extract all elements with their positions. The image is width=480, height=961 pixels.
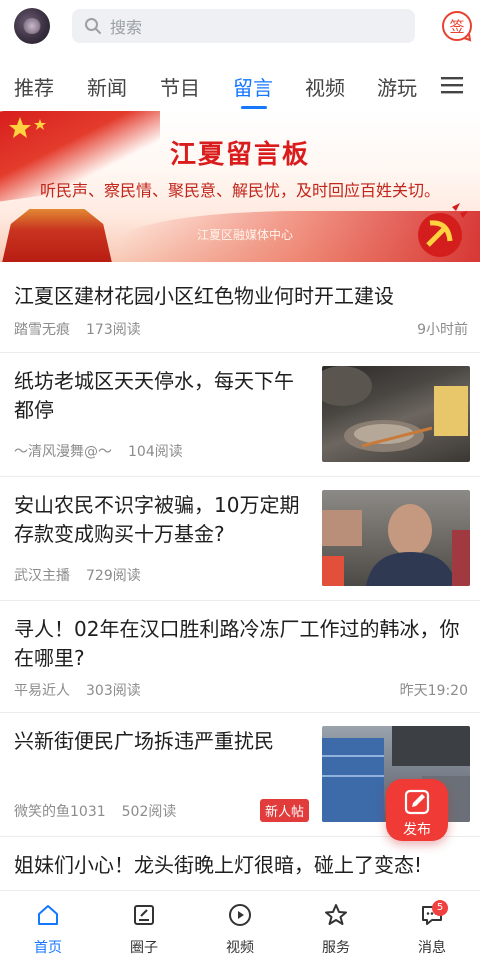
search-bar[interactable]: 搜索 [72, 9, 415, 43]
item-author: ～清风漫舞@～ [14, 444, 112, 460]
nav-service[interactable]: 服务 [288, 891, 384, 961]
publish-button[interactable]: 发布 [386, 779, 448, 841]
message-count-badge: 5 [432, 900, 448, 916]
man-photo-icon [322, 504, 470, 586]
item-title: 安山农民不识字被骗，10万定期存款变成购买十万基金? [14, 493, 300, 546]
item-title: 寻人！02年在汉口胜利路冷冻厂工作过的韩冰，你在哪里? [14, 617, 460, 670]
pot-photo-icon [322, 366, 468, 452]
top-bar: 搜索 签 [0, 0, 480, 52]
item-author: 踏雪无痕 [14, 322, 70, 338]
menu-icon[interactable] [441, 76, 463, 94]
feed-item[interactable]: 寻人！02年在汉口胜利路冷冻厂工作过的韩冰，你在哪里? 平易近人 303阅读 昨天… [0, 601, 480, 713]
item-reads: 104阅读 [128, 444, 183, 460]
checkin-icon[interactable]: 签 [440, 9, 474, 43]
item-author: 平易近人 [14, 683, 70, 699]
circle-icon [134, 905, 154, 925]
tab-news[interactable]: 新闻 [87, 72, 127, 101]
item-thumbnail [322, 366, 470, 462]
tab-travel[interactable]: 游玩 [377, 72, 417, 101]
feed-item[interactable]: 纸坊老城区天天停水，每天下午都停 ～清风漫舞@～ 104阅读 [0, 353, 480, 477]
category-tabs: 推荐 新闻 节目 留言 视频 游玩 [0, 60, 480, 110]
item-author: 武汉主播 [14, 568, 70, 584]
nav-home-label: 首页 [34, 940, 62, 956]
item-title: 江夏区建材花园小区红色物业何时开工建设 [14, 284, 394, 308]
nav-messages[interactable]: 5 消息 [384, 891, 480, 961]
banner-slogan: 听民声、察民情、聚民意、解民忧，及时回应百姓关切。 [39, 181, 440, 200]
nav-circle[interactable]: 圈子 [96, 891, 192, 961]
active-tab-indicator [241, 106, 267, 109]
item-reads: 173阅读 [86, 322, 141, 338]
nav-video-label: 视频 [226, 940, 254, 956]
checkin-label: 签 [449, 18, 464, 36]
bottom-navigation: 首页 圈子 视频 服务 5 消息 [0, 890, 480, 961]
nav-video[interactable]: 视频 [192, 891, 288, 961]
search-icon [85, 18, 101, 34]
banner-title: 江夏留言板 [169, 140, 310, 170]
feed-item[interactable]: 安山农民不识字被骗，10万定期存款变成购买十万基金? 武汉主播 729阅读 [0, 477, 480, 601]
search-placeholder: 搜索 [110, 18, 143, 37]
banner-organization: 江夏区融媒体中心 [196, 228, 293, 242]
feed-item[interactable]: 江夏区建材花园小区红色物业何时开工建设 踏雪无痕 173阅读 9小时前 [0, 270, 480, 353]
item-time: 昨天19:20 [399, 683, 468, 699]
feed-item[interactable]: 姐妹们小心！龙头街晚上灯很暗，碰上了变态! [0, 837, 480, 890]
item-author: 微笑的鱼1031 [14, 804, 106, 820]
tab-recommend[interactable]: 推荐 [14, 72, 54, 101]
nav-home[interactable]: 首页 [0, 891, 96, 961]
item-thumbnail [322, 490, 470, 586]
item-meta: 平易近人 303阅读 [14, 680, 141, 700]
home-icon [38, 905, 58, 925]
item-meta: 武汉主播 729阅读 [14, 565, 141, 585]
item-title: 纸坊老城区天天停水，每天下午都停 [14, 369, 294, 422]
tab-video[interactable]: 视频 [305, 72, 345, 101]
tab-programs[interactable]: 节目 [160, 72, 200, 101]
nav-messages-label: 消息 [418, 940, 446, 956]
item-meta: 微笑的鱼1031 502阅读 [14, 801, 176, 821]
item-reads: 502阅读 [121, 804, 177, 820]
item-meta: 踏雪无痕 173阅读 [14, 319, 141, 339]
item-time: 9小时前 [417, 322, 468, 338]
publish-label: 发布 [403, 822, 431, 838]
play-icon [229, 904, 251, 926]
tab-messages[interactable]: 留言 [233, 72, 273, 101]
item-reads: 303阅读 [86, 683, 141, 699]
item-meta: ～清风漫舞@～ 104阅读 [14, 441, 183, 461]
avatar[interactable] [14, 8, 50, 44]
item-reads: 729阅读 [86, 568, 141, 584]
item-title: 兴新街便民广场拆违严重扰民 [14, 729, 274, 753]
nav-service-label: 服务 [322, 940, 350, 956]
item-title: 姐妹们小心！龙头街晚上灯很暗，碰上了变态! [14, 853, 423, 877]
star-icon [325, 904, 347, 925]
nav-circle-label: 圈子 [130, 940, 158, 956]
new-user-badge: 新人帖 [260, 799, 310, 822]
message-board-banner[interactable]: 江夏留言板 听民声、察民情、聚民意、解民忧，及时回应百姓关切。 江夏区融媒体中心 [0, 111, 480, 262]
edit-icon [404, 789, 430, 815]
